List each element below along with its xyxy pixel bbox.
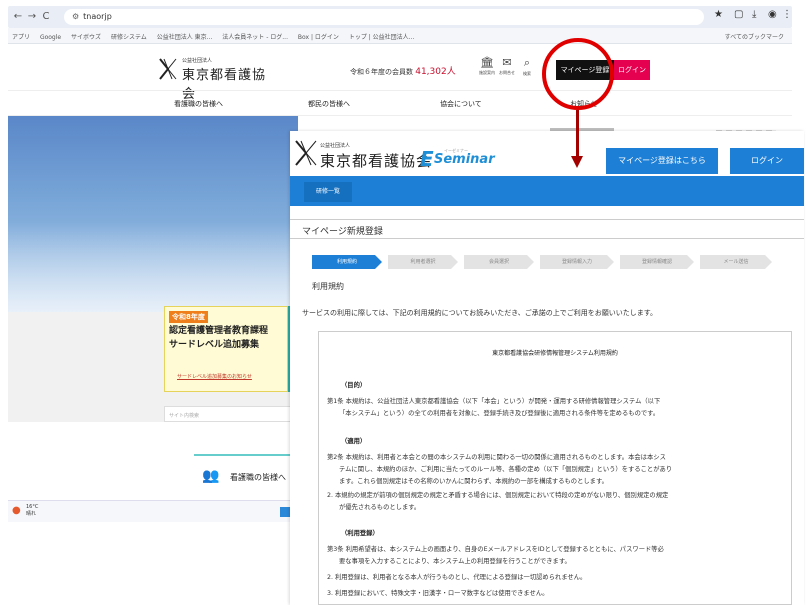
bookmarks-bar: アプリ Google サイボウズ 研修システム 公益社団法人 東京... 法人会… [8, 28, 792, 44]
menu-icon[interactable]: ⋮ [782, 9, 792, 20]
address-bar[interactable]: ⚙ tnaorjp [64, 9, 704, 25]
overlay-header: 公益社団法人 東京都看護協会 E Seminar イーゼミナー マイページ登録は… [290, 131, 804, 176]
taskbar: ● 16°C 晴れ [8, 500, 293, 522]
site-search-input[interactable]: サイト内検索 [164, 406, 294, 422]
org-subtitle: 公益社団法人 [182, 58, 213, 64]
terms-line: 第2条 本規約は、利用者と本会との間の本システムの利用に関わる一切の関係に適用さ… [327, 454, 666, 461]
bookmark-item[interactable]: Google [40, 34, 61, 41]
overlay-nav: 研修一覧 [290, 176, 804, 206]
nurse-card[interactable]: 👥 看護職の皆様へ [194, 454, 304, 494]
nav-item-nurses[interactable]: 看護職の皆様へ [174, 99, 223, 109]
terms-line: 2. 利用登録は、利用者となる本人が行うものとし、代理による登録は一切認められま… [327, 574, 587, 581]
star-icon[interactable]: ★ [714, 9, 723, 20]
banner-line2: サードレベル追加募集 [169, 340, 260, 350]
facility-icon[interactable]: 🏛 施設案内 [478, 56, 496, 76]
back-icon[interactable]: ← [12, 10, 24, 24]
start-icon[interactable] [280, 507, 290, 517]
banner-tag: 令和8年度 [169, 311, 208, 323]
nav-item-citizens[interactable]: 都民の皆様へ [308, 99, 350, 109]
step-confirm: 登録情報確認 [620, 255, 694, 269]
site-header: 公益社団法人 東京都看護協会 令和６年度の会員数 41,302人 🏛 施設案内 ✉… [8, 44, 792, 102]
terms-line: 要な事項を入力することにより、本システム上の利用登録を行うことができます。 [339, 558, 571, 565]
terms-line: テムに関し、本規約のほか、ご利用に当たってのルール等、各種の定め（以下「個別規定… [339, 466, 673, 473]
overlay-org-subtitle: 公益社団法人 [320, 143, 351, 149]
weather-icon[interactable]: ● [12, 505, 21, 516]
step-mail: メール送信 [700, 255, 772, 269]
ez-seminar-logo[interactable]: E Seminar イーゼミナー [420, 148, 495, 170]
overlay-org-name: 東京都看護協会 [320, 152, 433, 170]
arrow-shaft [576, 110, 579, 160]
browser-toolbar: ← → C ⚙ tnaorjp ★ ▢ ⤓ ◉ ⋮ [8, 6, 792, 28]
terms-heading: （適用） [341, 438, 367, 445]
section-label: 利用規約 [312, 282, 344, 291]
page-title: マイページ新規登録 [302, 227, 383, 237]
search-icon[interactable]: ⌕ 検索 [518, 56, 536, 77]
weather-text: 16°C 晴れ [26, 504, 39, 517]
terms-line: 3. 利用登録において、特殊文字・旧漢字・ローマ数字などは使用できません。 [327, 590, 549, 597]
banner-line1: 認定看護管理者教育課程 [169, 326, 269, 336]
step-member-select: 会員選択 [464, 255, 534, 269]
bookmark-item[interactable]: Box | ログイン [298, 32, 339, 41]
site-logo[interactable]: 公益社団法人 東京都看護協会 [158, 55, 268, 102]
logo-mark-icon [295, 140, 317, 166]
step-input: 登録情報入力 [540, 255, 614, 269]
bookmark-item[interactable]: サイボウズ [71, 32, 101, 41]
member-count: 令和６年度の会員数 41,302人 [350, 67, 456, 77]
bookmark-item[interactable]: 公益社団法人 東京... [157, 32, 213, 41]
extensions-icon[interactable]: ▢ [734, 9, 743, 20]
registration-steps: 利用規約 利用者選択 会員選択 登録情報入力 登録情報確認 メール送信 [312, 255, 772, 269]
terms-line: 「本システム」という）の全ての利用者を対象に、登録手続き及び登録後に適用される条… [339, 410, 660, 417]
forward-icon[interactable]: → [26, 10, 38, 24]
site-nav: 看護職の皆様へ 都民の皆様へ 協会について お知らせ [8, 90, 792, 116]
bookmark-item[interactable]: 法人会員ネット - ログ... [222, 32, 288, 41]
all-bookmarks-link[interactable]: すべてのブックマーク [725, 32, 784, 41]
bookmark-item[interactable]: トップ | 公益社団法人... [349, 32, 415, 41]
terms-heading: （利用登録） [341, 530, 379, 537]
download-icon[interactable]: ⤓ [752, 9, 756, 20]
header-icons: 🏛 施設案内 ✉ お問合せ ⌕ 検索 [478, 56, 548, 84]
highlight-circle [542, 38, 614, 110]
nav-item-about[interactable]: 協会について [440, 99, 482, 109]
step-user-select: 利用者選択 [388, 255, 458, 269]
banner-link[interactable]: サードレベル追加募集のお知らせ [177, 373, 252, 380]
hero-image [8, 116, 298, 312]
url-text: tnaorjp [83, 12, 112, 21]
bookmark-item[interactable]: アプリ [12, 32, 30, 41]
recruit-banner[interactable]: 令和8年度 認定看護管理者教育課程 サードレベル追加募集 サードレベル追加募集の… [164, 306, 288, 392]
terms-line: 第3条 利用希望者は、本システム上の画面より、自身のEメールアドレスをIDとして… [327, 546, 664, 553]
terms-title: 東京都看護協会研修情報管理システム利用規約 [492, 350, 618, 357]
mypage-register-button[interactable]: マイページ登録はこちら [606, 148, 718, 174]
logo-mark-icon [159, 58, 177, 80]
arrow-down-icon [571, 156, 583, 168]
login-button[interactable]: ログイン [614, 60, 650, 80]
terms-box[interactable]: 東京都看護協会研修情報管理システム利用規約 （目的） 第1条 本規約は、公益社団… [318, 331, 792, 605]
terms-heading: （目的） [341, 382, 367, 389]
nurses-icon: 👥 [202, 468, 220, 484]
terms-line: ます。これら個別規定はその名称のいかんに関わらず、本規約の一部を構成するものとし… [339, 478, 608, 485]
step-terms: 利用規約 [312, 255, 382, 269]
login-button[interactable]: ログイン [730, 148, 804, 174]
mail-icon[interactable]: ✉ お問合せ [498, 56, 516, 76]
terms-line: が優先されるものとします。 [339, 504, 421, 511]
profile-icon[interactable]: ◉ [768, 9, 777, 20]
reload-icon[interactable]: C [40, 10, 52, 24]
page-title-bar: マイページ新規登録 [290, 219, 804, 239]
intro-text: サービスの利用に際しては、下記の利用規約についてお読みいただき、ご承諾の上でご利… [302, 309, 658, 317]
bookmark-item[interactable]: 研修システム [111, 32, 147, 41]
terms-line: 第1条 本規約は、公益社団法人東京都看護協会（以下「本会」という）が開発・運用す… [327, 398, 661, 405]
site-info-icon[interactable]: ⚙ [72, 12, 79, 21]
terms-line: 2. 本規約の規定が前項の個別規定の規定と矛盾する場合には、個別規定において特段… [327, 492, 669, 499]
registration-page-overlay: 公益社団法人 東京都看護協会 E Seminar イーゼミナー マイページ登録は… [290, 131, 804, 605]
nurse-card-label: 看護職の皆様へ [230, 473, 286, 482]
tab-training-list[interactable]: 研修一覧 [304, 182, 353, 202]
